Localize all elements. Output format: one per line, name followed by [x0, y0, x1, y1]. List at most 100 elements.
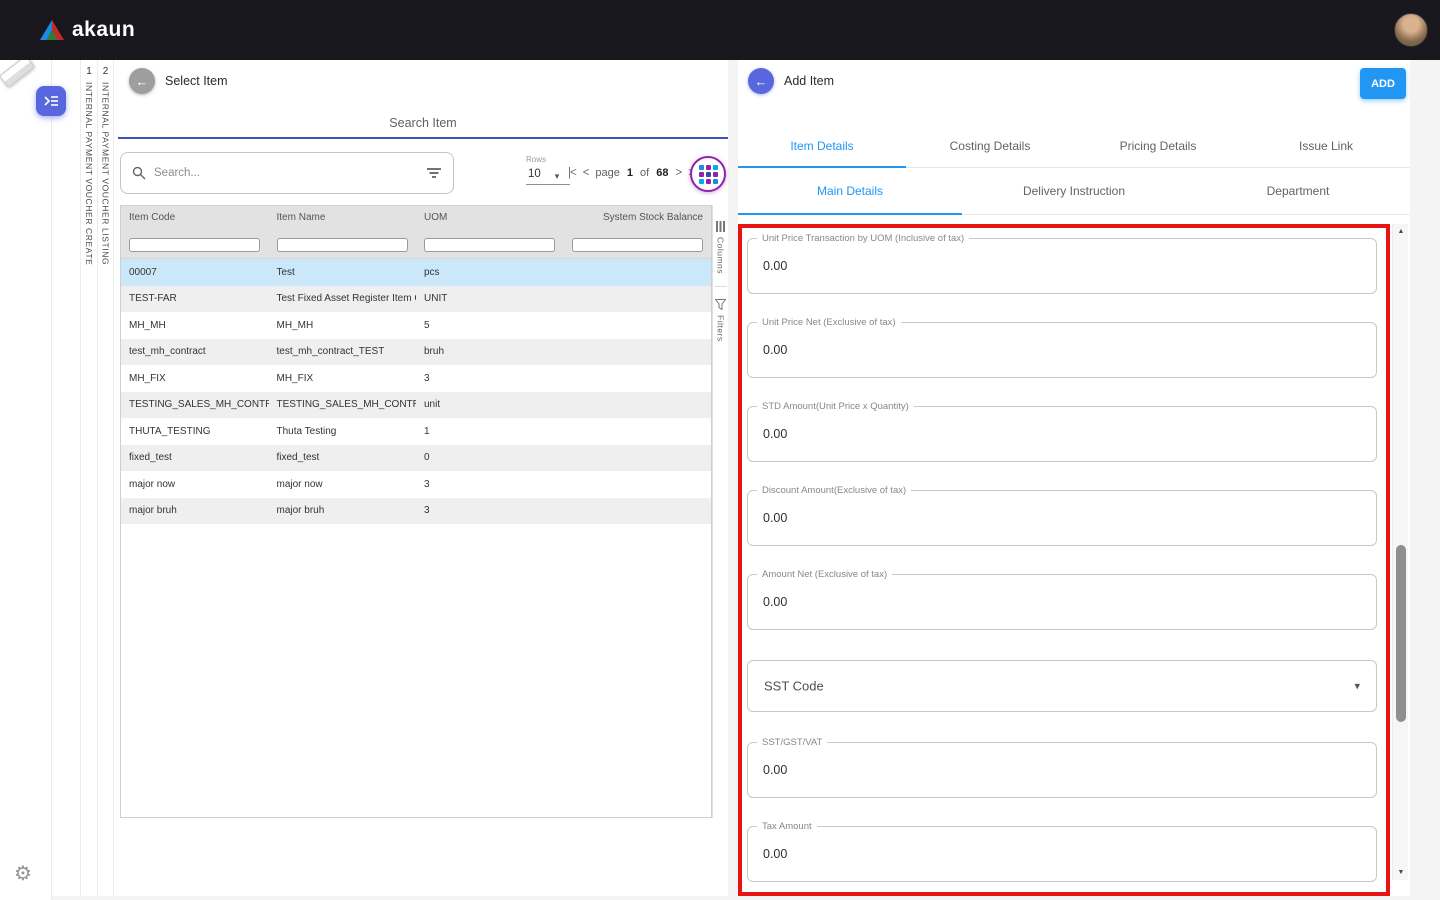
table-row[interactable]: THUTA_TESTING Thuta Testing 1: [121, 418, 711, 445]
cell-item-name: MH_MH: [269, 320, 417, 331]
cell-item-name: Test Fixed Asset Register Item Co...: [269, 293, 417, 304]
table-header-row: Item Code Item Name UOM System Stock Bal…: [121, 206, 711, 229]
back-button[interactable]: ←: [748, 68, 774, 94]
cell-item-code: MH_FIX: [121, 373, 269, 384]
menu-toggle-button[interactable]: [36, 86, 66, 116]
field-value-input[interactable]: 0.00: [763, 259, 787, 273]
vertical-tab-voucher-listing[interactable]: 2 INTERNAL PAYMENT VOUCHER LISTING: [97, 60, 114, 896]
table-row[interactable]: TEST-FAR Test Fixed Asset Register Item …: [121, 286, 711, 313]
strip-divider: [715, 286, 727, 287]
cell-item-name: major now: [269, 479, 417, 490]
menu-toggle-icon: [43, 95, 59, 107]
add-button[interactable]: ADD: [1360, 68, 1406, 99]
detail-tabs: Item Details Costing Details Pricing Det…: [738, 125, 1410, 168]
columns-toggle[interactable]: Columns: [716, 237, 726, 274]
table-row[interactable]: MH_MH MH_MH 5: [121, 312, 711, 339]
field-label: Amount Net (Exclusive of tax): [757, 569, 892, 580]
item-table-body: 00007 Test pcs TEST-FAR Test Fixed Asset…: [121, 259, 711, 524]
columns-icon[interactable]: [716, 221, 725, 232]
cell-uom: bruh: [416, 346, 564, 357]
page-word: page: [595, 167, 619, 179]
apps-grid-button[interactable]: [690, 156, 726, 192]
table-row[interactable]: major bruh major bruh 3: [121, 498, 711, 525]
field-value-input[interactable]: 0.00: [763, 595, 787, 609]
cell-uom: UNIT: [416, 293, 564, 304]
table-row[interactable]: major now major now 3: [121, 471, 711, 498]
tab-pricing-details[interactable]: Pricing Details: [1074, 125, 1242, 167]
left-icon-rail: ⚙: [0, 60, 52, 900]
vertical-tab-label: INTERNAL PAYMENT VOUCHER LISTING: [101, 82, 111, 265]
tab-costing-details[interactable]: Costing Details: [906, 125, 1074, 167]
rows-label: Rows: [526, 155, 570, 164]
filter-input-uom[interactable]: [424, 238, 555, 252]
field-std-amount: STD Amount(Unit Price x Quantity) 0.00: [747, 406, 1377, 462]
page-total: 68: [656, 167, 668, 179]
user-avatar[interactable]: [1394, 13, 1428, 47]
field-label: Tax Amount: [757, 821, 817, 832]
field-value-input[interactable]: 0.00: [763, 427, 787, 441]
field-value-input[interactable]: 0.00: [763, 343, 787, 357]
back-arrow-icon: ←: [136, 75, 149, 88]
cell-item-code: TEST-FAR: [121, 293, 269, 304]
cell-item-code: TESTING_SALES_MH_CONTRACT: [121, 399, 269, 410]
tab-item-details[interactable]: Item Details: [738, 125, 906, 167]
table-filter-row: [121, 229, 711, 259]
cell-item-name: Thuta Testing: [269, 426, 417, 437]
field-label: STD Amount(Unit Price x Quantity): [757, 401, 914, 412]
table-row[interactable]: fixed_test fixed_test 0: [121, 445, 711, 472]
topbar: akaun: [0, 0, 1440, 60]
vertical-tab-voucher-create[interactable]: 1 INTERNAL PAYMENT VOUCHER CREATE: [80, 60, 97, 896]
brand-name: akaun: [72, 18, 135, 42]
filters-toggle[interactable]: Filters: [716, 315, 726, 342]
filter-input-item-code[interactable]: [129, 238, 260, 252]
prev-page-icon[interactable]: <: [583, 167, 589, 179]
cell-uom: 3: [416, 505, 564, 516]
header-item-name[interactable]: Item Name: [269, 212, 417, 223]
field-sst-gst-vat: SST/GST/VAT 0.00: [747, 742, 1377, 798]
scrollbar[interactable]: ▲ ▼: [1392, 224, 1408, 880]
item-table: Item Code Item Name UOM System Stock Bal…: [120, 205, 712, 818]
field-value-input[interactable]: 0.00: [763, 763, 787, 777]
field-value-input[interactable]: 0.00: [763, 847, 787, 861]
filter-input-stock-balance[interactable]: [572, 238, 703, 252]
field-unit-price-transaction: Unit Price Transaction by UOM (Inclusive…: [747, 238, 1377, 294]
table-row[interactable]: 00007 Test pcs: [121, 259, 711, 286]
header-uom[interactable]: UOM: [416, 212, 564, 223]
search-input[interactable]: [154, 167, 418, 179]
back-button[interactable]: ←: [129, 68, 155, 94]
brand-logo-icon: [40, 20, 64, 40]
panel-title: Select Item: [165, 74, 228, 88]
filters-icon[interactable]: [715, 299, 726, 310]
field-unit-price-net: Unit Price Net (Exclusive of tax) 0.00: [747, 322, 1377, 378]
tab-issue-link[interactable]: Issue Link: [1242, 125, 1410, 167]
tab-department[interactable]: Department: [1186, 168, 1410, 214]
cell-item-code: THUTA_TESTING: [121, 426, 269, 437]
page-of-word: of: [640, 167, 649, 179]
field-label: Discount Amount(Exclusive of tax): [757, 485, 911, 496]
header-item-code[interactable]: Item Code: [121, 212, 269, 223]
tab-search-item[interactable]: Search Item: [118, 116, 728, 130]
cell-item-code: fixed_test: [121, 452, 269, 463]
header-stock-balance[interactable]: System Stock Balance: [564, 212, 712, 223]
filter-input-item-name[interactable]: [277, 238, 408, 252]
rows-per-page-select[interactable]: 10 ▾: [526, 164, 570, 185]
field-label: SST/GST/VAT: [757, 737, 827, 748]
table-row[interactable]: TESTING_SALES_MH_CONTRACT TESTING_SALES_…: [121, 392, 711, 419]
brand[interactable]: akaun: [40, 18, 135, 42]
scroll-down-icon[interactable]: ▼: [1393, 869, 1409, 876]
table-row[interactable]: test_mh_contract test_mh_contract_TEST b…: [121, 339, 711, 366]
table-row[interactable]: MH_FIX MH_FIX 3: [121, 365, 711, 392]
scroll-up-icon[interactable]: ▲: [1393, 228, 1409, 235]
back-arrow-icon: ←: [755, 75, 768, 88]
gear-icon[interactable]: ⚙: [14, 864, 32, 884]
first-page-icon[interactable]: |<: [568, 167, 576, 179]
tab-main-details[interactable]: Main Details: [738, 168, 962, 214]
tab-delivery-instruction[interactable]: Delivery Instruction: [962, 168, 1186, 214]
cell-uom: 1: [416, 426, 564, 437]
sst-code-select[interactable]: SST Code ▾: [747, 660, 1377, 712]
field-value-input[interactable]: 0.00: [763, 511, 787, 525]
filter-icon[interactable]: [426, 167, 442, 179]
next-page-icon[interactable]: >: [675, 167, 681, 179]
scrollbar-thumb[interactable]: [1396, 545, 1406, 722]
field-discount-amount: Discount Amount(Exclusive of tax) 0.00: [747, 490, 1377, 546]
